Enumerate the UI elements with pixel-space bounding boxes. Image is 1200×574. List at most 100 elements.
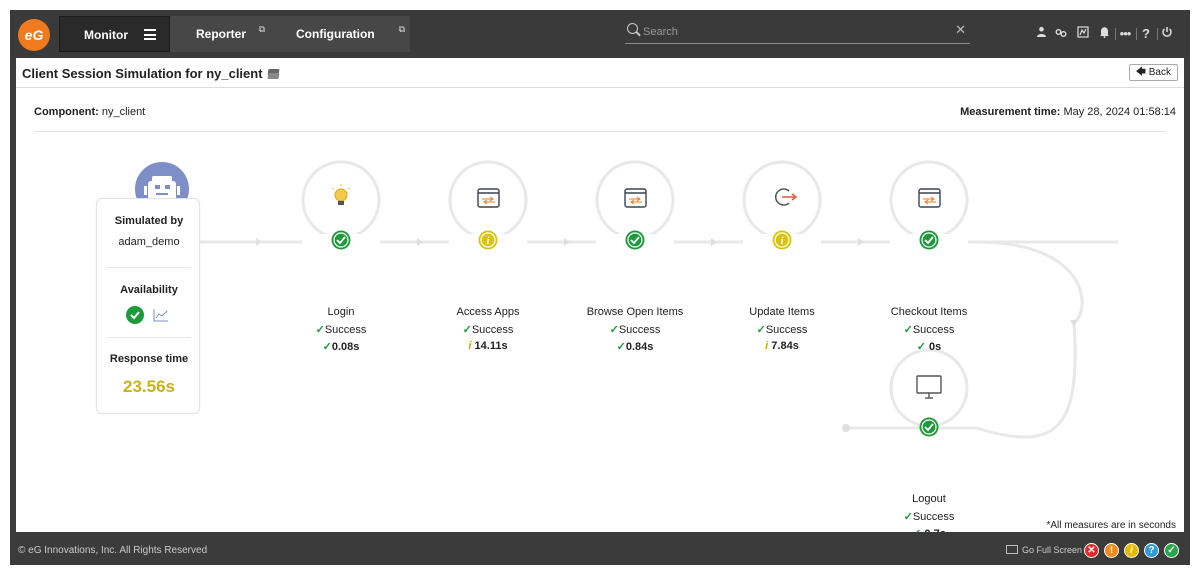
power-icon[interactable] <box>1159 26 1175 42</box>
search-icon[interactable] <box>627 23 638 34</box>
divider <box>107 267 191 268</box>
warning-badge: i <box>478 230 498 250</box>
step-time: ✓ 0s <box>864 340 994 353</box>
footnote: *All measures are in seconds <box>1046 520 1176 531</box>
fullscreen-icon <box>1006 545 1018 554</box>
step-status: ✓Success <box>570 323 700 336</box>
success-badge <box>625 230 645 250</box>
divider <box>107 337 191 338</box>
measurement-value: May 28, 2024 01:58:14 <box>1063 106 1176 118</box>
step-logout[interactable]: Logout <box>864 493 994 505</box>
critical-alert-icon[interactable]: ✕ <box>1084 543 1099 558</box>
chart-report-icon[interactable] <box>1075 26 1091 42</box>
step-login[interactable]: Login <box>276 306 406 318</box>
simulated-by-value: adam_demo <box>118 236 180 248</box>
status-text: Success <box>912 324 955 336</box>
status-text: Success <box>324 324 367 336</box>
time-text: 0.84s <box>625 341 654 353</box>
major-alert-icon[interactable]: ! <box>1104 543 1119 558</box>
check-icon: ✓ <box>616 341 626 353</box>
search-bar: ✕ <box>625 22 970 44</box>
more-icon[interactable]: ••• <box>1117 26 1133 42</box>
tab-monitor-label: Monitor <box>84 28 128 42</box>
monitor-icon <box>916 375 942 399</box>
page-title: Client Session Simulation for ny_client <box>22 66 280 81</box>
back-arrow-icon: 🡄 <box>1135 67 1146 78</box>
tab-configuration[interactable]: Configuration ⧉ <box>270 16 410 52</box>
step-status: ✓Success <box>864 323 994 336</box>
svg-text:i: i <box>781 236 784 247</box>
external-link-icon: ⧉ <box>398 24 405 34</box>
main-panel: Client Session Simulation for ny_client … <box>16 58 1184 540</box>
unknown-status-icon[interactable]: ? <box>1144 543 1159 558</box>
trend-chart-icon[interactable] <box>153 308 169 322</box>
step-time: i 14.11s <box>423 340 553 352</box>
search-input[interactable] <box>643 25 943 39</box>
success-icon <box>126 306 144 324</box>
browser-window-icon <box>477 188 500 208</box>
layers-icon <box>268 69 280 79</box>
measurement-time: Measurement time: May 28, 2024 01:58:14 <box>960 106 1176 118</box>
status-text: Success <box>765 324 808 336</box>
tab-reporter[interactable]: Reporter ⧉ <box>170 16 270 52</box>
step-status: ✓Success <box>423 323 553 336</box>
divider <box>1136 28 1137 40</box>
tab-configuration-label: Configuration <box>296 27 375 41</box>
external-link-icon: ⧉ <box>258 24 265 34</box>
divider <box>1157 28 1158 40</box>
step-update-items[interactable]: Update Items <box>717 306 847 318</box>
menu-icon[interactable] <box>144 29 156 40</box>
back-button[interactable]: 🡄 Back <box>1128 64 1178 81</box>
divider <box>1115 28 1116 40</box>
top-nav: eG Monitor Reporter ⧉ Configuration ⧉ ✕ <box>10 10 1190 58</box>
status-text: Success <box>618 324 661 336</box>
step-status: ✓Success <box>276 323 406 336</box>
component-label: Component: <box>34 106 99 118</box>
step-time: ✓0.08s <box>276 340 406 353</box>
status-text: Success <box>471 324 514 336</box>
refresh-arrow-icon <box>774 188 798 206</box>
browser-window-icon <box>624 188 647 208</box>
back-label: Back <box>1148 67 1171 78</box>
page-title-text: Client Session Simulation for ny_client <box>22 66 263 81</box>
minor-alert-icon[interactable]: i <box>1124 543 1139 558</box>
step-time: i 7.84s <box>717 340 847 352</box>
full-screen-button[interactable]: Go Full Screen <box>1006 545 1082 555</box>
step-browse-open-items[interactable]: Browse Open Items <box>570 306 700 318</box>
measurement-label: Measurement time: <box>960 106 1061 118</box>
summary-card: Simulated by adam_demo Availability Resp… <box>96 198 200 414</box>
success-badge <box>919 417 939 437</box>
check-icon: ✓ <box>756 324 766 336</box>
check-icon: ✓ <box>903 324 913 336</box>
success-badge <box>919 230 939 250</box>
step-checkout-items[interactable]: Checkout Items <box>864 306 994 318</box>
check-icon: ✓ <box>609 324 619 336</box>
check-icon: ✓ <box>462 324 472 336</box>
browser-window-icon <box>918 188 941 208</box>
user-icon[interactable] <box>1033 26 1049 42</box>
time-text: 14.11s <box>474 340 508 352</box>
link-icon[interactable] <box>1053 26 1069 42</box>
success-badge <box>331 230 351 250</box>
check-icon: ✓ <box>903 511 913 523</box>
normal-status-icon[interactable]: ✓ <box>1164 543 1179 558</box>
response-time-value: 23.56s <box>123 377 175 396</box>
clear-icon[interactable]: ✕ <box>955 22 966 38</box>
full-screen-label: Go Full Screen <box>1022 545 1083 555</box>
time-text: 7.84s <box>771 340 799 352</box>
step-access-apps[interactable]: Access Apps <box>423 306 553 318</box>
help-icon[interactable]: ? <box>1138 26 1154 42</box>
warning-badge: i <box>772 230 792 250</box>
check-icon: ✓ <box>916 341 930 353</box>
tab-monitor[interactable]: Monitor <box>59 16 170 52</box>
eg-logo[interactable]: eG <box>18 19 50 51</box>
footer: © eG Innovations, Inc. All Rights Reserv… <box>10 532 1190 565</box>
component-info: Component: ny_client <box>34 106 145 118</box>
lightbulb-icon <box>331 184 351 205</box>
availability-label: Availability <box>120 284 178 296</box>
copyright: © eG Innovations, Inc. All Rights Reserv… <box>18 545 208 556</box>
response-time-label: Response time <box>109 353 189 365</box>
bell-icon[interactable] <box>1096 26 1112 42</box>
app-frame: eG Monitor Reporter ⧉ Configuration ⧉ ✕ <box>10 10 1190 565</box>
time-text: 0.08s <box>331 341 360 353</box>
